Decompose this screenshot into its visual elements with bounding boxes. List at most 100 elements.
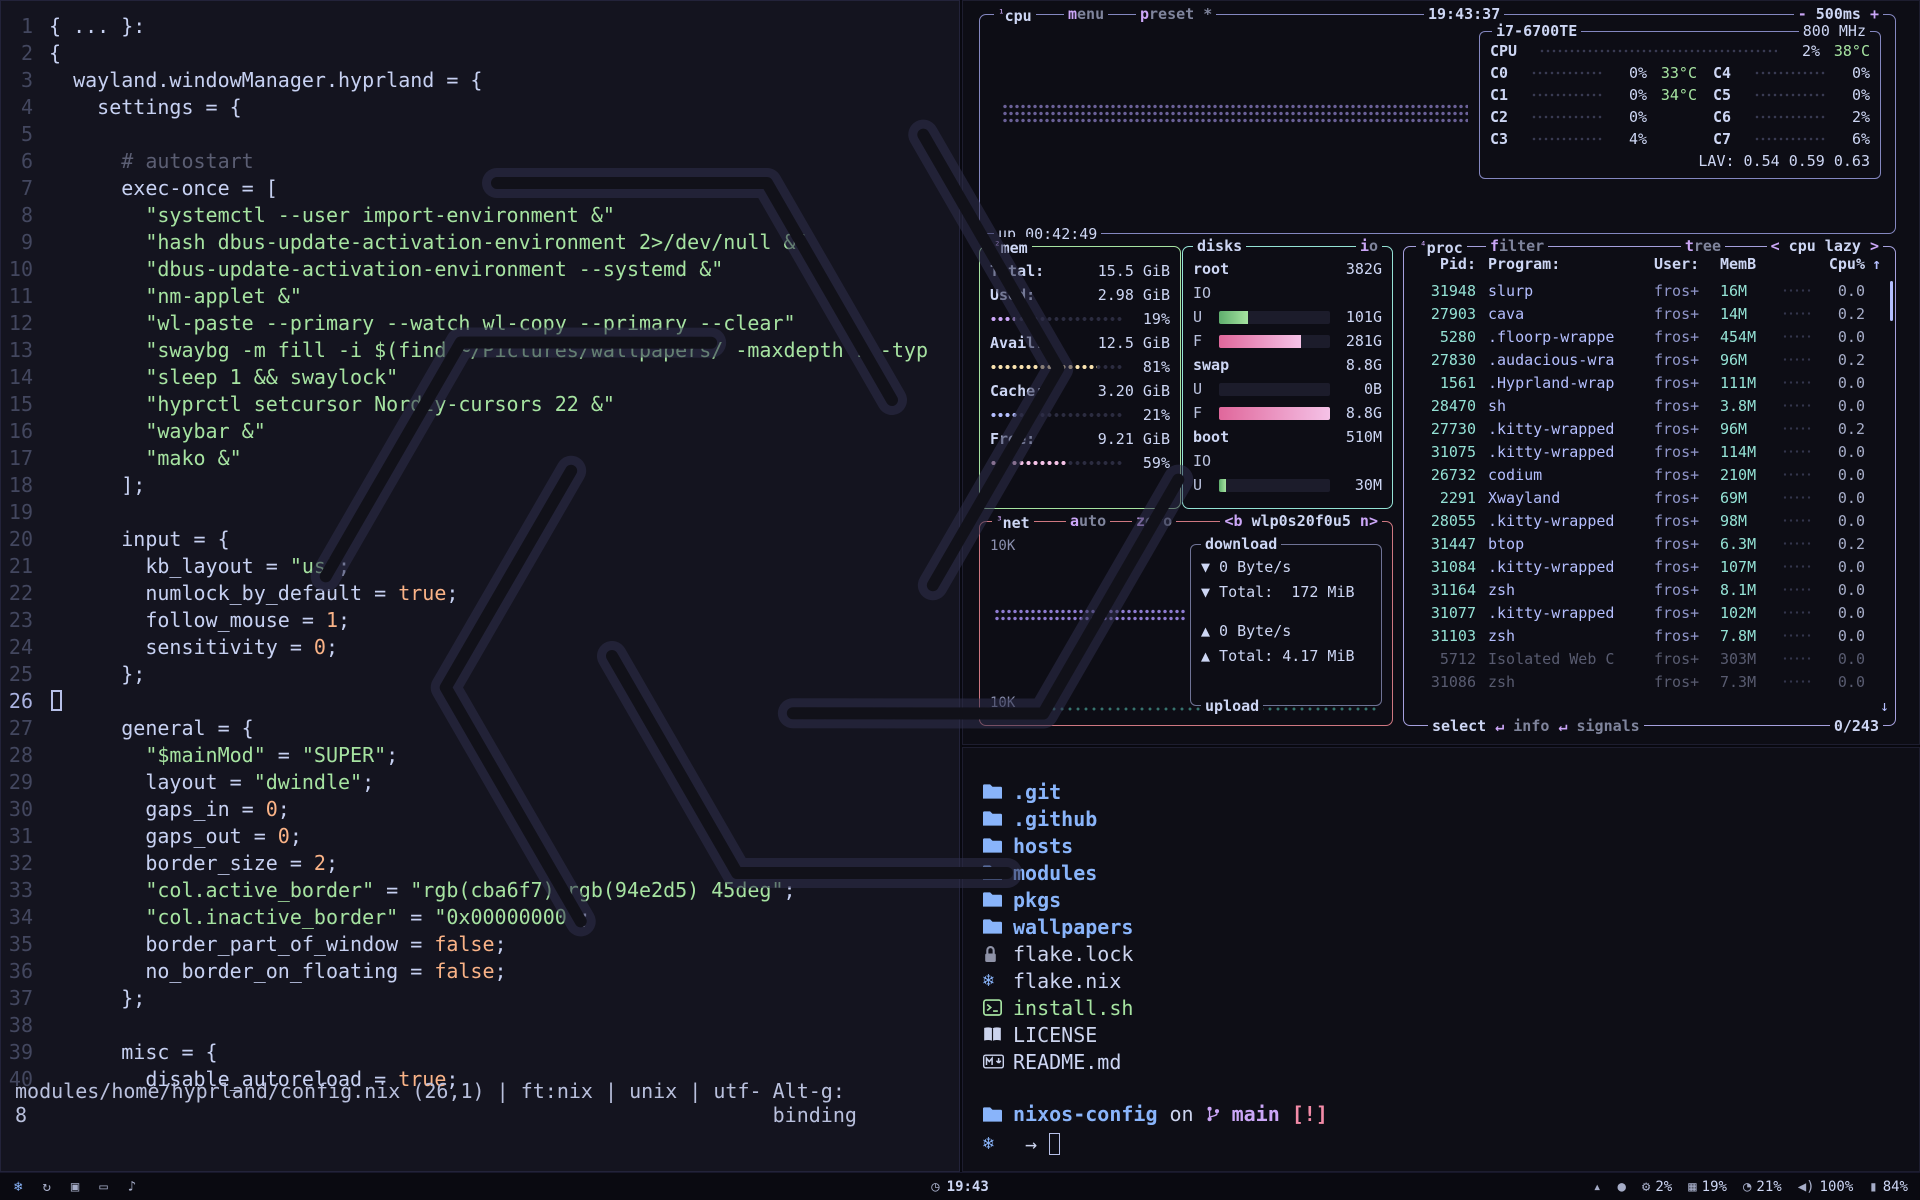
disk-detail-row: U30M [1193, 473, 1382, 497]
editor-line[interactable]: 27 general = { [1, 715, 959, 742]
editor-line[interactable]: 29 layout = "dwindle"; [1, 769, 959, 796]
editor-line[interactable]: 39 misc = { [1, 1039, 959, 1066]
editor-line[interactable]: 23 follow_mouse = 1; [1, 607, 959, 634]
editor-line[interactable]: 24 sensitivity = 0; [1, 634, 959, 661]
scrollbar-thumb[interactable] [1890, 281, 1893, 321]
editor-line[interactable]: 30 gaps_in = 0; [1, 796, 959, 823]
editor-line[interactable]: 7 exec-once = [ [1, 175, 959, 202]
editor-line[interactable]: 17 "mako &" [1, 445, 959, 472]
terminal-window[interactable]: .git.githubhostsmodulespkgswallpapersfla… [962, 747, 1920, 1172]
process-row[interactable]: 31164zshfros+8.1M0.0 [1414, 578, 1881, 601]
shell-input-line[interactable]: ❄ → [983, 1129, 1919, 1159]
process-row[interactable]: 26732codiumfros+210M0.0 [1414, 463, 1881, 486]
select-button[interactable]: select [1432, 717, 1486, 735]
leader-dots [1782, 588, 1813, 591]
memory-module[interactable]: ▦19% [1688, 1179, 1727, 1195]
editor-line[interactable]: 22 numlock_by_default = true; [1, 580, 959, 607]
editor-line[interactable]: 11 "nm-applet &" [1, 283, 959, 310]
process-row[interactable]: 27730.kitty-wrappedfros+96M0.2 [1414, 417, 1881, 440]
editor-line[interactable]: 8 "systemctl --user import-environment &… [1, 202, 959, 229]
process-row[interactable]: 27830.audacious-wrafros+96M0.2 [1414, 348, 1881, 371]
process-row[interactable]: 28470shfros+3.8M0.0 [1414, 394, 1881, 417]
line-number: 12 [1, 310, 49, 337]
process-row[interactable]: 31084.kitty-wrappedfros+107M0.0 [1414, 555, 1881, 578]
editor-line[interactable]: 3 wayland.windowManager.hyprland = { [1, 67, 959, 94]
process-row[interactable]: 31075.kitty-wrappedfros+114M0.0 [1414, 440, 1881, 463]
filter-button[interactable]: filter [1486, 237, 1548, 255]
editor-line[interactable]: 15 "hyprctl setcursor Nordzy-cursors 22 … [1, 391, 959, 418]
scroll-down-arrow[interactable]: ↓ [1880, 697, 1889, 715]
editor-buffer[interactable]: 1{ ... }:2{3 wayland.windowManager.hyprl… [1, 1, 959, 1093]
editor-line[interactable]: 9 "hash dbus-update-activation-environme… [1, 229, 959, 256]
process-table-header[interactable]: Pid: Program: User: MemB Cpu% ↑ [1414, 255, 1881, 273]
process-row[interactable]: 31103zshfros+7.8M0.0 [1414, 624, 1881, 647]
net-zero-button[interactable]: zero [1132, 512, 1176, 530]
updates-icon[interactable]: ↻ [42, 1179, 50, 1195]
volume-module[interactable]: ◀)100% [1798, 1179, 1854, 1195]
process-row[interactable]: 27903cavafros+14M0.2 [1414, 302, 1881, 325]
io-mode-button[interactable]: io [1356, 237, 1382, 255]
process-row[interactable]: 31948slurpfros+16M0.0 [1414, 279, 1881, 302]
editor-line[interactable]: 6 # autostart [1, 148, 959, 175]
editor-line[interactable]: 19 [1, 499, 959, 526]
editor-line[interactable]: 21 kb_layout = "us"; [1, 553, 959, 580]
info-button[interactable]: info [1513, 717, 1549, 735]
net-interface-selector[interactable]: <b wlp0s20f0u5 n> [1220, 512, 1382, 530]
process-row[interactable]: 31077.kitty-wrappedfros+102M0.0 [1414, 601, 1881, 624]
editor-line[interactable]: 1{ ... }: [1, 13, 959, 40]
btop-window[interactable]: ¹cpu menu preset * 19:43:37 - 500ms + i7… [962, 0, 1920, 745]
editor-line[interactable]: 10 "dbus-update-activation-environment -… [1, 256, 959, 283]
editor-line[interactable]: 38 [1, 1012, 959, 1039]
process-row[interactable]: 5280.floorp-wrappefros+454M0.0 [1414, 325, 1881, 348]
editor-line[interactable]: 26 [1, 688, 959, 715]
editor-line[interactable]: 28 "$mainMod" = "SUPER"; [1, 742, 959, 769]
editor-line[interactable]: 12 "wl-paste --primary --watch wl-copy -… [1, 310, 959, 337]
editor-line[interactable]: 36 no_border_on_floating = false; [1, 958, 959, 985]
editor-line[interactable]: 13 "swaybg -m fill -i $(find ~/Pictures/… [1, 337, 959, 364]
editor-line[interactable]: 31 gaps_out = 0; [1, 823, 959, 850]
bar-left-modules: ❄ ↻ ▣ ▭ ♪ [0, 1179, 136, 1195]
process-row[interactable]: 5712Isolated Web Cfros+303M0.0 [1414, 647, 1881, 670]
editor-line[interactable]: 2{ [1, 40, 959, 67]
editor-line[interactable]: 34 "col.inactive_border" = "0x00000000"; [1, 904, 959, 931]
editor-line[interactable]: 14 "sleep 1 && swaylock" [1, 364, 959, 391]
editor-window[interactable]: 1{ ... }:2{3 wayland.windowManager.hyprl… [0, 0, 960, 1172]
workspaces-icon[interactable]: ▣ [71, 1179, 79, 1195]
line-number: 24 [1, 634, 49, 661]
editor-line[interactable]: 37 }; [1, 985, 959, 1012]
tree-button[interactable]: tree [1681, 237, 1725, 255]
process-row[interactable]: 28055.kitty-wrappedfros+98M0.0 [1414, 509, 1881, 532]
editor-line[interactable]: 25 }; [1, 661, 959, 688]
process-row[interactable]: 1561.Hyprland-wrapfros+111M0.0 [1414, 371, 1881, 394]
net-auto-button[interactable]: auto [1066, 512, 1110, 530]
process-row[interactable]: 2291Xwaylandfros+69M0.0 [1414, 486, 1881, 509]
editor-line[interactable]: 32 border_size = 2; [1, 850, 959, 877]
sort-direction-arrow[interactable]: ↑ [1865, 255, 1881, 273]
editor-line[interactable]: 33 "col.active_border" = "rgb(cba6f7) rg… [1, 877, 959, 904]
editor-line[interactable]: 16 "waybar &" [1, 418, 959, 445]
editor-line[interactable]: 18 ]; [1, 472, 959, 499]
line-number: 21 [1, 553, 49, 580]
menu-button[interactable]: menu [1064, 5, 1108, 23]
disk-module[interactable]: ◔21% [1743, 1179, 1782, 1195]
nix-logo-icon[interactable]: ❄ [14, 1179, 22, 1195]
update-interval-control[interactable]: - 500ms + [1794, 5, 1883, 23]
tray-app-icon[interactable]: ● [1617, 1179, 1625, 1195]
tray-arrow-icon[interactable]: ▴ [1593, 1179, 1601, 1195]
display-icon[interactable]: ▭ [99, 1179, 107, 1195]
editor-line[interactable]: 35 border_part_of_window = false; [1, 931, 959, 958]
clock-module[interactable]: ◷ 19:43 [931, 1179, 989, 1195]
preset-button[interactable]: preset * [1136, 5, 1216, 23]
media-icon[interactable]: ♪ [128, 1179, 136, 1195]
signals-button[interactable]: signals [1577, 717, 1640, 735]
process-row[interactable]: 31086zshfros+7.3M0.0 [1414, 670, 1881, 693]
code-token: ; [338, 608, 350, 632]
battery-module[interactable]: ▮84% [1869, 1179, 1908, 1195]
cpu-module[interactable]: ⚙2% [1642, 1179, 1672, 1195]
editor-line[interactable]: 20 input = { [1, 526, 959, 553]
editor-line[interactable]: 5 [1, 121, 959, 148]
process-row[interactable]: 31447btopfros+6.3M0.2 [1414, 532, 1881, 555]
editor-line[interactable]: 4 settings = { [1, 94, 959, 121]
cpu-core-rows: C00%33°CC40%C10%34°CC50%C20%C62%C34%C76% [1490, 62, 1870, 150]
sort-selector[interactable]: < cpu lazy > [1767, 237, 1883, 255]
